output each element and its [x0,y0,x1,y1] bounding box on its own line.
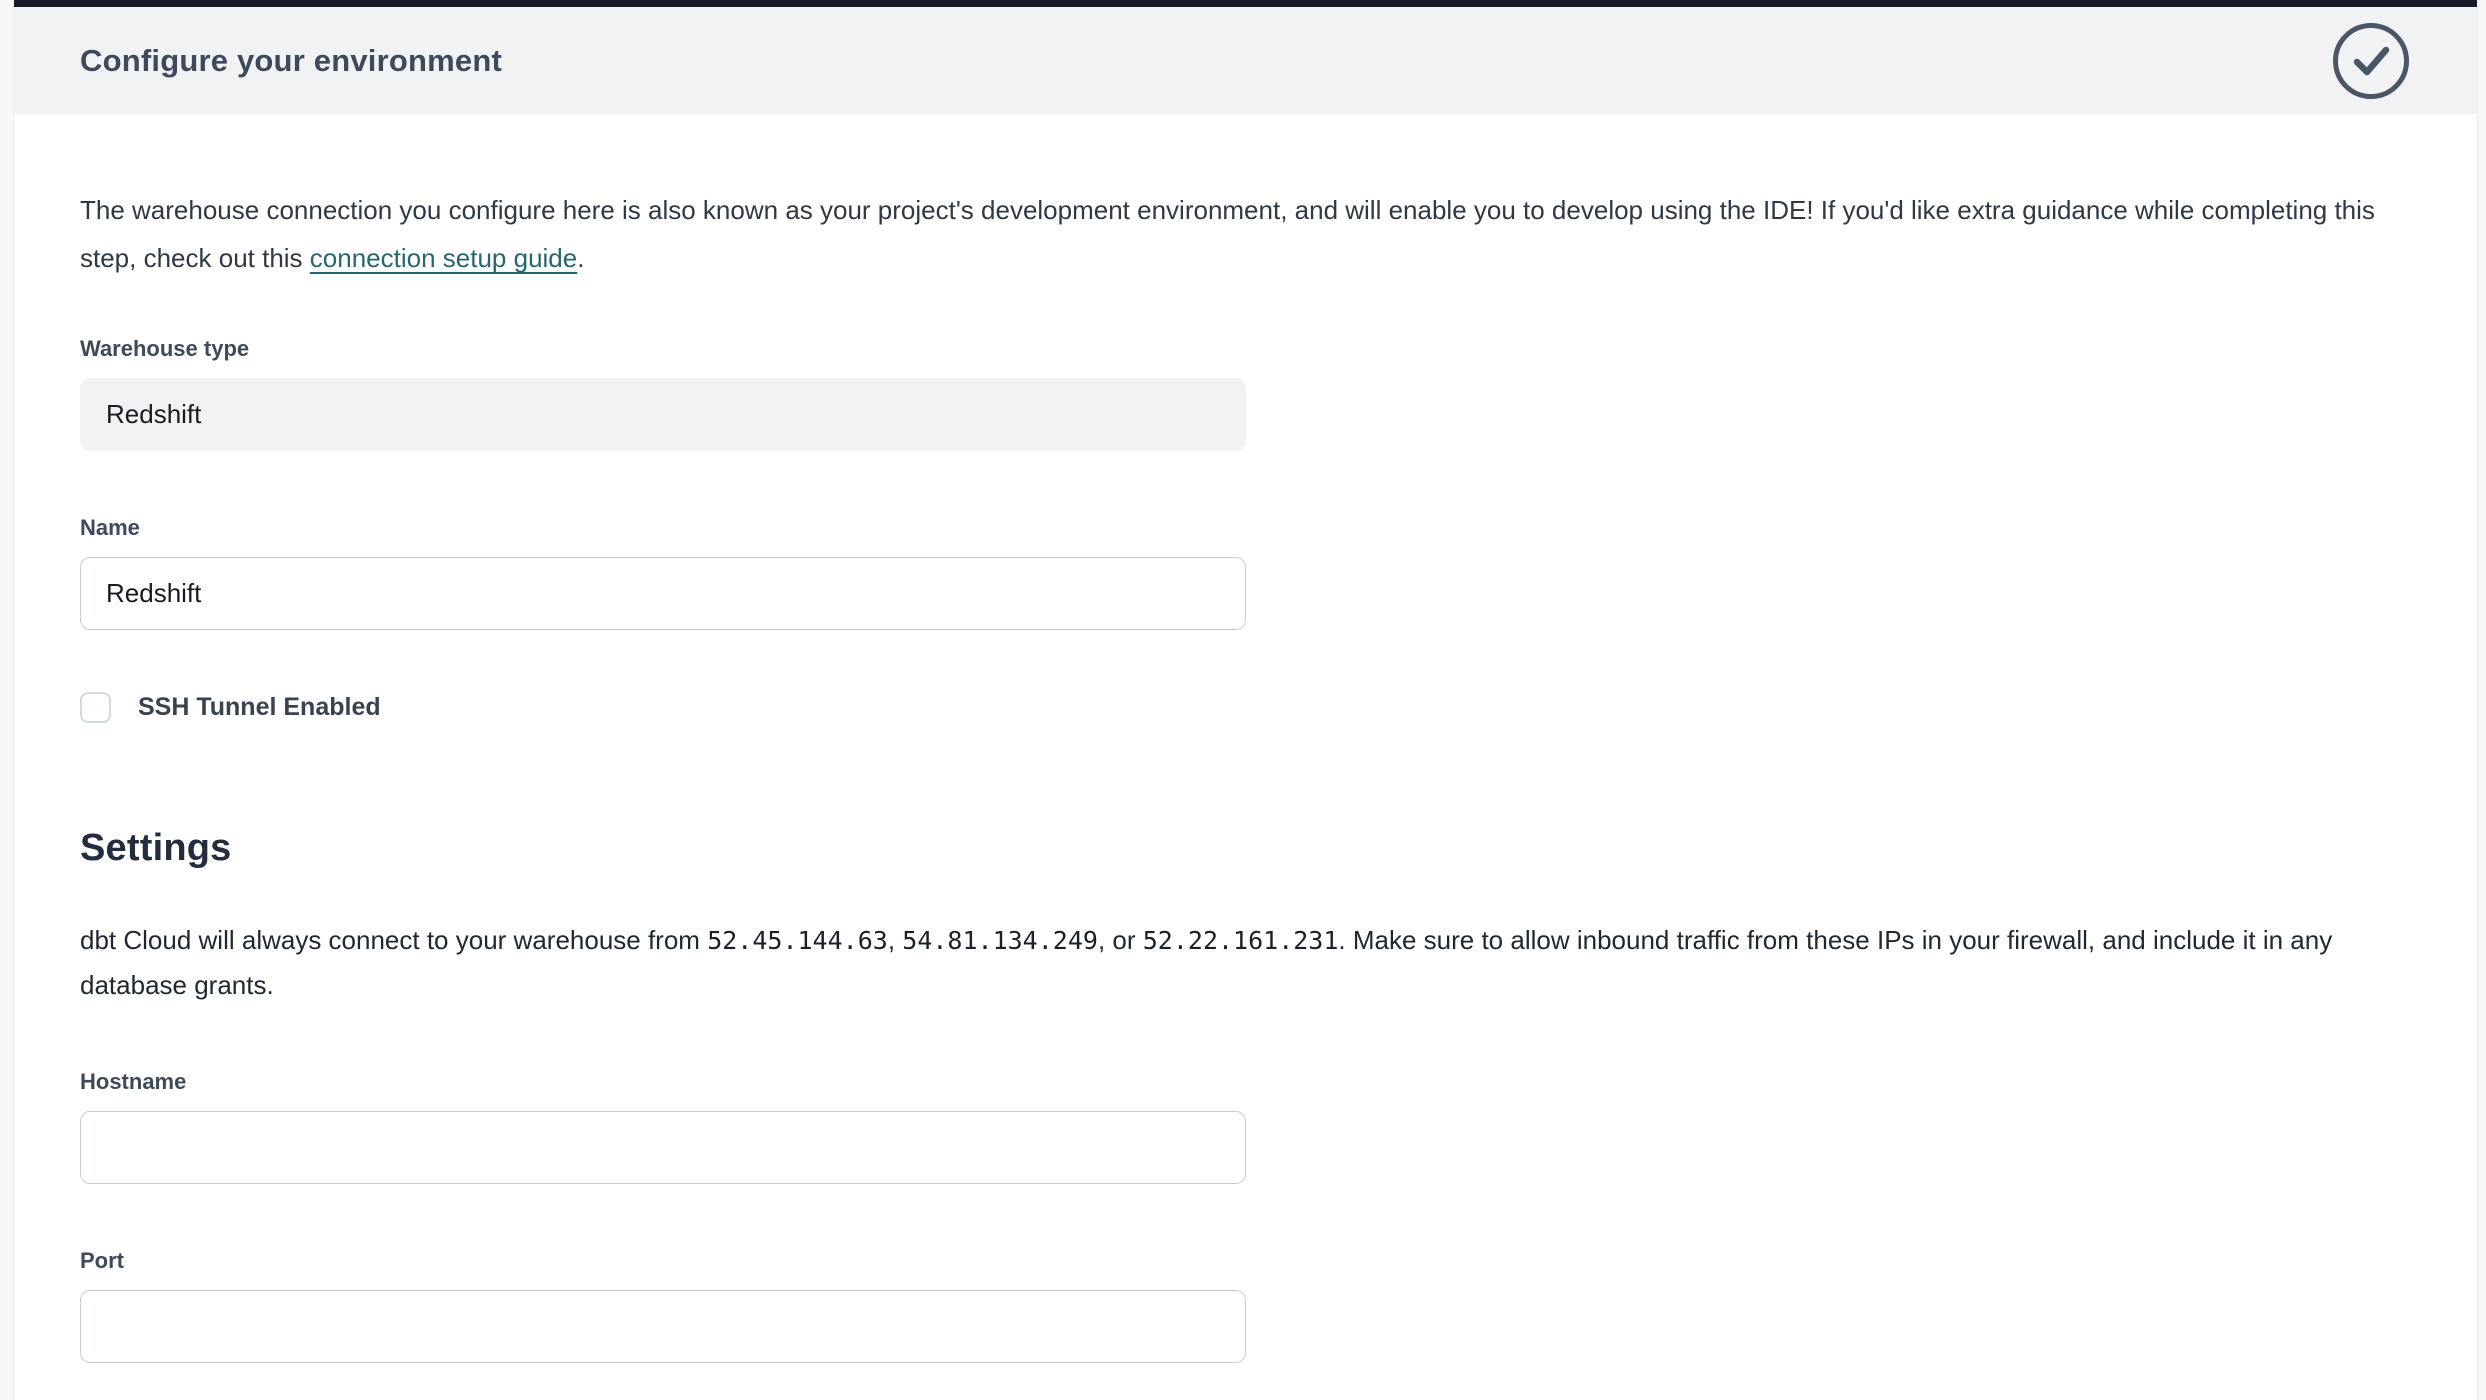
port-label: Port [80,1248,2387,1274]
panel-header: Configure your environment [14,7,2477,114]
ip-note-sep2: , or [1098,925,1143,955]
top-accent-bar [14,0,2477,7]
hostname-group: Hostname [80,1069,2387,1184]
ssh-tunnel-row: SSH Tunnel Enabled [80,692,2387,723]
warehouse-type-label: Warehouse type [80,336,2387,362]
name-group: Name [80,515,2387,630]
ssh-tunnel-checkbox[interactable] [80,692,111,723]
ip-address-2: 54.81.134.249 [902,926,1098,955]
ip-note-before: dbt Cloud will always connect to your wa… [80,925,707,955]
panel-content: The warehouse connection you configure h… [14,186,2477,1363]
intro-text: The warehouse connection you configure h… [80,186,2387,282]
ip-address-3: 52.22.161.231 [1143,926,1339,955]
page-title: Configure your environment [80,43,502,79]
environment-setup-panel: Configure your environment The warehouse… [14,0,2477,1400]
port-input[interactable] [80,1290,1246,1363]
warehouse-type-field: Redshift [80,378,1246,451]
check-circle-icon [2331,21,2411,101]
ssh-tunnel-label: SSH Tunnel Enabled [138,693,381,722]
ip-allowlist-note: dbt Cloud will always connect to your wa… [80,918,2387,1007]
connection-setup-guide-link[interactable]: connection setup guide [310,243,577,273]
hostname-label: Hostname [80,1069,2387,1095]
ip-note-sep1: , [888,925,902,955]
ip-address-1: 52.45.144.63 [707,926,888,955]
name-input[interactable] [80,557,1246,630]
hostname-input[interactable] [80,1111,1246,1184]
intro-text-after: . [577,243,584,273]
settings-heading: Settings [80,827,2387,870]
name-label: Name [80,515,2387,541]
warehouse-type-group: Warehouse type Redshift [80,336,2387,451]
port-group: Port [80,1248,2387,1363]
warehouse-type-value: Redshift [106,399,201,430]
